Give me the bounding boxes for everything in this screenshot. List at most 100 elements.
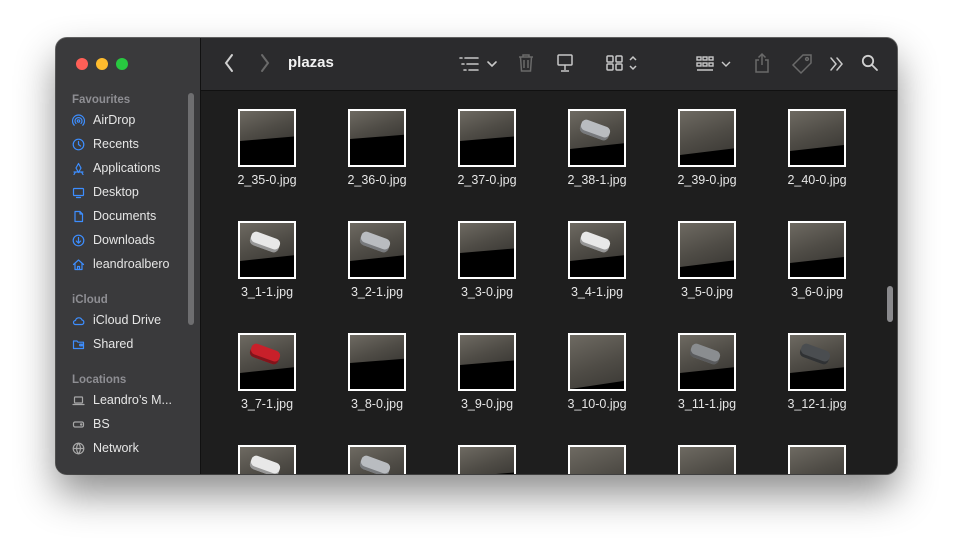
file-item[interactable]: 3_8-0.jpg [322, 327, 432, 427]
file-name: 3_3-0.jpg [460, 285, 514, 299]
sidebar-item-downloads[interactable]: Downloads [72, 230, 155, 250]
file-item[interactable] [322, 439, 432, 474]
file-thumbnail [568, 109, 626, 167]
sidebar-item-network[interactable]: Network [72, 438, 139, 458]
photo-region [680, 447, 734, 474]
minimize-button[interactable] [96, 58, 108, 70]
sidebar-item-label: Documents [93, 209, 157, 223]
list-view-button[interactable] [458, 55, 500, 73]
file-name: 3_5-0.jpg [680, 285, 734, 299]
photo-region [570, 335, 624, 389]
file-thumbnail [678, 221, 736, 279]
sidebar-item-desktop[interactable]: Desktop [72, 182, 139, 202]
sidebar-item-applications[interactable]: Applications [72, 158, 160, 178]
close-button[interactable] [76, 58, 88, 70]
file-item[interactable]: 3_6-0.jpg [762, 215, 872, 315]
sidebar-item-label: Desktop [93, 185, 139, 199]
file-thumbnail [348, 109, 406, 167]
locations-heading: Locations [72, 374, 127, 386]
connect-button[interactable] [556, 53, 574, 73]
file-name: 2_35-0.jpg [237, 173, 297, 187]
trash-button[interactable] [517, 53, 535, 73]
file-thumbnail [678, 109, 736, 167]
home-icon [72, 258, 85, 270]
file-item[interactable]: 3_3-0.jpg [432, 215, 542, 315]
sidebar-scrollbar[interactable] [188, 93, 194, 325]
file-item[interactable]: 2_37-0.jpg [432, 103, 542, 203]
grid-icon [606, 55, 637, 71]
file-thumbnail [458, 109, 516, 167]
file-item[interactable] [212, 439, 322, 474]
list-options-icon [459, 57, 497, 71]
forward-button[interactable] [259, 52, 271, 74]
file-item[interactable]: 2_38-1.jpg [542, 103, 652, 203]
file-item[interactable]: 3_4-1.jpg [542, 215, 652, 315]
file-thumbnail [788, 109, 846, 167]
sidebar-item-icloud-drive[interactable]: iCloud Drive [72, 310, 161, 330]
photo-region [790, 223, 844, 263]
file-item[interactable]: 3_10-0.jpg [542, 327, 652, 427]
file-name: 3_1-1.jpg [240, 285, 294, 299]
cloud-icon [72, 316, 85, 325]
chevron-left-icon [224, 54, 233, 72]
sidebar-item-label: Shared [93, 337, 134, 351]
zoom-button[interactable] [116, 58, 128, 70]
file-item[interactable]: 3_9-0.jpg [432, 327, 542, 427]
file-item[interactable]: 3_7-1.jpg [212, 327, 322, 427]
document-icon [74, 210, 84, 222]
file-item[interactable]: 2_36-0.jpg [322, 103, 432, 203]
back-button[interactable] [223, 52, 235, 74]
file-name: 3_11-1.jpg [677, 397, 737, 411]
file-name: 2_37-0.jpg [457, 173, 517, 187]
icloud-heading: iCloud [72, 294, 108, 306]
content-scrollbar[interactable] [887, 286, 893, 322]
file-item[interactable]: 3_1-1.jpg [212, 215, 322, 315]
file-item[interactable] [432, 439, 542, 474]
file-item[interactable] [542, 439, 652, 474]
file-grid: 2_35-0.jpg 2_36-0.jpg 2_37-0.jpg 2_38-1.jpg… [201, 91, 897, 474]
window-controls [76, 58, 128, 70]
sidebar-item-leandro-s-m[interactable]: Leandro’s M... [72, 390, 172, 410]
file-item[interactable]: 2_40-0.jpg [762, 103, 872, 203]
file-item[interactable] [652, 439, 762, 474]
sidebar-item-airdrop[interactable]: AirDrop [72, 110, 135, 130]
file-name: 3_2-1.jpg [350, 285, 404, 299]
search-button[interactable] [861, 54, 879, 72]
globe-icon [72, 442, 85, 454]
more-toolbar-button[interactable] [829, 56, 845, 72]
group-button[interactable] [695, 55, 733, 73]
file-item[interactable]: 3_11-1.jpg [652, 327, 762, 427]
file-item[interactable] [762, 439, 872, 474]
photo-region [680, 111, 734, 155]
sidebar-item-leandroalbero[interactable]: leandroalbero [72, 254, 169, 274]
sidebar-item-documents[interactable]: Documents [72, 206, 156, 226]
photo-region [570, 447, 624, 474]
sidebar-item-label: BS [93, 417, 110, 431]
sidebar-item-label: leandroalbero [93, 257, 170, 271]
download-icon [72, 234, 85, 246]
tag-button[interactable] [791, 53, 813, 75]
sidebar-item-label: Recents [93, 137, 139, 151]
file-thumbnail [568, 221, 626, 279]
finder-window: Favourites AirDrop Recents Applications Des… [56, 38, 897, 474]
share-icon [755, 52, 769, 73]
file-item[interactable]: 2_39-0.jpg [652, 103, 762, 203]
file-item[interactable]: 2_35-0.jpg [212, 103, 322, 203]
sidebar-item-label: Network [93, 441, 139, 455]
file-thumbnail [788, 445, 846, 474]
file-item[interactable]: 3_2-1.jpg [322, 215, 432, 315]
sidebar-item-recents[interactable]: Recents [72, 134, 139, 154]
share-button[interactable] [753, 52, 771, 74]
file-thumbnail [238, 333, 296, 391]
photo-region [790, 111, 844, 151]
file-item[interactable]: 3_5-0.jpg [652, 215, 762, 315]
double-chevron-right-icon [830, 57, 843, 71]
tag-icon [791, 54, 812, 75]
icon-view-button[interactable] [605, 54, 641, 72]
sidebar-item-bs[interactable]: BS [72, 414, 110, 434]
photo-region [460, 223, 514, 253]
file-name: 3_6-0.jpg [790, 285, 844, 299]
file-item[interactable]: 3_12-1.jpg [762, 327, 872, 427]
sidebar-item-shared[interactable]: Shared [72, 334, 133, 354]
sidebar: Favourites AirDrop Recents Applications Des… [56, 38, 201, 474]
